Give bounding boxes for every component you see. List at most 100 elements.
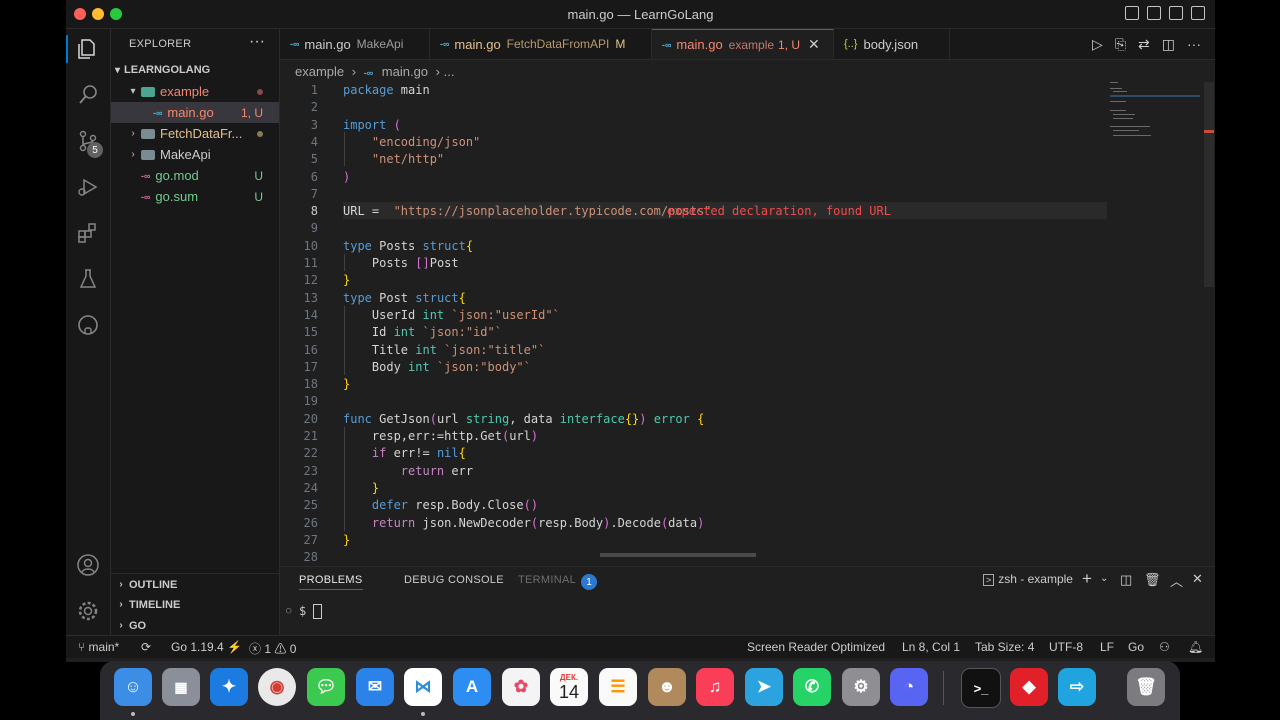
code-line: Body int `json:"body"` — [343, 359, 531, 374]
split-editor-icon[interactable]: ◫ — [1162, 36, 1175, 53]
cursor-position[interactable]: Ln 8, Col 1 — [902, 640, 960, 654]
folder-icon — [141, 128, 155, 139]
code-line: UserId int `json:"userId"` — [343, 307, 560, 322]
breadcrumb-folder[interactable]: example — [295, 64, 344, 79]
music-icon[interactable]: ♫ — [696, 668, 734, 706]
line-number: 12 — [303, 273, 318, 288]
line-number: 18 — [303, 377, 318, 392]
tab-body-json[interactable]: {..} body.json — [834, 29, 950, 59]
screen-reader-mode[interactable]: Screen Reader Optimized — [747, 640, 885, 654]
toggle-secondary-sidebar-icon[interactable] — [1169, 6, 1183, 20]
close-tab-icon[interactable]: ✕ — [808, 36, 820, 53]
safari-icon[interactable]: ✦ — [210, 668, 248, 706]
breadcrumb-file[interactable]: main.go — [382, 64, 428, 79]
mail-icon[interactable]: ✉ — [356, 668, 394, 706]
chrome-icon[interactable]: ◉ — [258, 668, 296, 706]
horizontal-scrollbar[interactable] — [600, 553, 756, 557]
notifications-bell-icon[interactable]: 🔔︎ — [1188, 640, 1203, 654]
split-terminal-icon[interactable]: ◫ — [1120, 572, 1132, 588]
explorer-sidebar: EXPLORER ··· ▾ LEARNGOLANG ▾ example -∞ m… — [111, 29, 280, 635]
tree-item-label: FetchDataFr... — [160, 126, 243, 141]
close-panel-icon[interactable]: ✕ — [1192, 571, 1203, 587]
explorer-icon[interactable] — [74, 35, 102, 63]
line-number: 13 — [303, 290, 318, 305]
reminders-icon[interactable]: ☰ — [599, 668, 637, 706]
tree-item-makeapi-folder[interactable]: › MakeApi — [111, 144, 279, 165]
toggle-primary-sidebar-icon[interactable] — [1125, 6, 1139, 20]
branch-indicator[interactable]: ⑂ main* — [78, 640, 119, 654]
tab-size[interactable]: Tab Size: 4 — [975, 640, 1034, 654]
tree-item-main-go[interactable]: -∞ main.go 1, U — [111, 102, 279, 123]
toggle-panel-icon[interactable] — [1147, 6, 1161, 20]
terminal-app-icon[interactable]: >_ — [961, 668, 1001, 708]
code-line: func GetJson(url string, data interface{… — [343, 411, 705, 426]
outline-section[interactable]: › OUTLINE — [111, 573, 279, 595]
run-file-icon[interactable]: ▷ — [1092, 36, 1103, 53]
tab-main-go-makeapi[interactable]: -∞ main.go MakeApi — [280, 29, 430, 59]
maximize-panel-icon[interactable]: ︿ — [1170, 571, 1183, 590]
github-icon[interactable] — [74, 311, 102, 339]
feedback-icon[interactable]: ⚇ — [1159, 640, 1170, 654]
customize-layout-icon[interactable] — [1191, 6, 1205, 20]
search-icon[interactable] — [74, 81, 102, 109]
go-version[interactable]: Go 1.19.4 ⚡ — [171, 640, 242, 654]
extensions-icon[interactable] — [74, 219, 102, 247]
explorer-more-actions-icon[interactable]: ··· — [249, 33, 265, 51]
contacts-icon[interactable]: ☻ — [648, 668, 686, 706]
discord-icon[interactable]: ◔ — [890, 668, 928, 706]
vertical-scrollbar[interactable] — [1204, 82, 1214, 287]
app-store-icon[interactable]: A — [453, 668, 491, 706]
terminal-icon: > — [983, 574, 995, 586]
calendar-icon[interactable]: ДЕК. 14 — [550, 668, 588, 706]
tab-main-go-example[interactable]: -∞ main.go example 1, U ✕ — [652, 29, 834, 59]
tab-main-go-fetchdata[interactable]: -∞ main.go FetchDataFromAPI M — [430, 29, 652, 59]
terminal[interactable]: ○ $ — [280, 596, 1215, 635]
line-number: 10 — [303, 238, 318, 253]
tab-terminal[interactable]: TERMINAL — [518, 574, 576, 586]
timeline-section[interactable]: › TIMELINE — [111, 594, 279, 615]
telegram-icon[interactable]: ➤ — [745, 668, 783, 706]
whatsapp-icon[interactable]: ✆ — [793, 668, 831, 706]
problems-indicator[interactable]: ⓧ 1 ⚠ 0 — [249, 640, 296, 657]
code-line: } — [371, 480, 380, 495]
code-editor[interactable]: 1 package main 2 3 import (4 "encoding/json"… — [280, 80, 1215, 561]
downloads-stack-icon[interactable]: ⇨ — [1058, 668, 1096, 706]
trash-icon[interactable]: 🗑︎ — [1127, 668, 1165, 706]
minimap[interactable] — [1110, 80, 1200, 160]
manage-gear-icon[interactable] — [74, 597, 102, 625]
terminal-selector[interactable]: > zsh - example — [983, 572, 1073, 586]
tab-problems[interactable]: PROBLEMS — [299, 574, 363, 590]
inline-error-message: expected declaration, found URL — [667, 204, 891, 219]
tree-item-fetchdata-folder[interactable]: › FetchDataFr... — [111, 123, 279, 144]
new-terminal-icon[interactable]: + — [1082, 569, 1092, 589]
accounts-icon[interactable] — [74, 551, 102, 579]
language-mode[interactable]: Go — [1128, 640, 1144, 654]
more-actions-icon[interactable]: ··· — [1187, 36, 1201, 53]
compare-changes-icon[interactable]: ⇄ — [1138, 36, 1150, 53]
tree-item-go-mod[interactable]: -∞ go.mod U — [111, 165, 279, 186]
launchpad-icon[interactable]: ▦ — [162, 668, 200, 706]
end-of-line[interactable]: LF — [1100, 640, 1114, 654]
anydesk-icon[interactable]: ◆ — [1010, 668, 1048, 706]
finder-icon[interactable]: ☺ — [114, 668, 152, 706]
breadcrumb-symbols[interactable]: › ... — [436, 64, 455, 79]
run-debug-icon[interactable] — [74, 173, 102, 201]
go-section[interactable]: › GO — [111, 615, 279, 636]
tab-debug-console[interactable]: DEBUG CONSOLE — [404, 574, 504, 586]
workspace-root[interactable]: ▾ LEARNGOLANG — [115, 64, 210, 76]
sync-icon[interactable]: ⟳ — [141, 640, 151, 654]
photos-icon[interactable]: ✿ — [502, 668, 540, 706]
testing-icon[interactable] — [74, 265, 102, 293]
messages-icon[interactable]: 💬︎ — [307, 668, 345, 706]
encoding[interactable]: UTF-8 — [1049, 640, 1083, 654]
go-sum-file-icon: -∞ — [141, 191, 151, 202]
system-settings-icon[interactable]: ⚙ — [842, 668, 880, 706]
vscode-icon[interactable]: ⋈ — [404, 668, 442, 706]
tree-item-go-sum[interactable]: -∞ go.sum U — [111, 186, 279, 207]
go-file-icon: -∞ — [662, 39, 672, 50]
kill-terminal-icon[interactable]: 🗑 — [1144, 572, 1161, 588]
warning-icon: ⚠ — [274, 642, 287, 656]
tree-item-example-folder[interactable]: ▾ example — [111, 81, 279, 102]
chevron-down-icon[interactable]: ⌄ — [1100, 573, 1108, 584]
open-changes-icon[interactable]: ⎘ — [1115, 36, 1126, 53]
